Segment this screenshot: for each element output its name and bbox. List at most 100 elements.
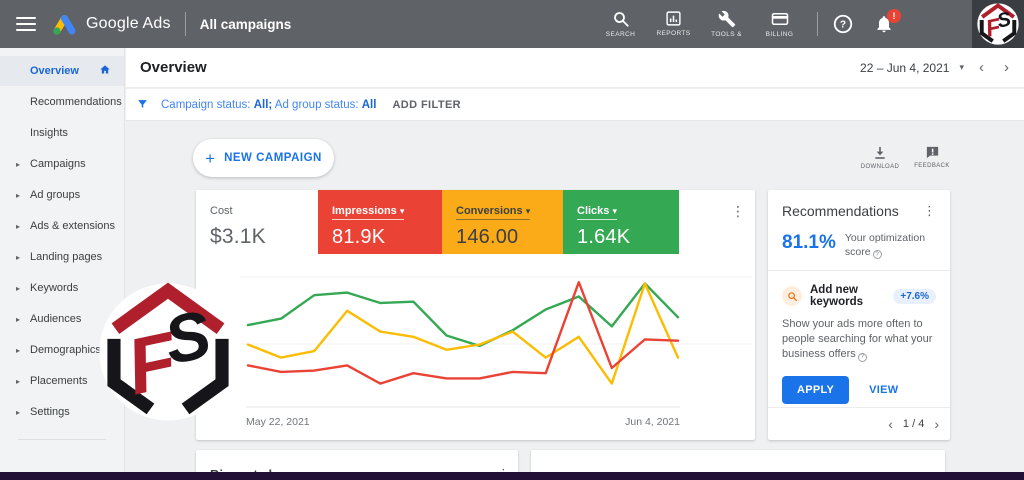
status-filter-chip[interactable]: Campaign status: All; Ad group status: A… bbox=[161, 99, 376, 111]
metric-label[interactable]: Conversions ▾ bbox=[456, 205, 530, 220]
pagination-next-button[interactable]: › bbox=[931, 416, 942, 432]
divider bbox=[768, 270, 950, 271]
metric-value: $3.1K bbox=[210, 225, 304, 249]
metric-card-clicks[interactable]: Clicks ▾ 1.64K bbox=[563, 190, 679, 254]
topbar-right: SEARCH REPORTS TOOLS &BILLING ? ! bbox=[597, 10, 894, 38]
sidebar-item-overview[interactable]: Overview bbox=[0, 56, 124, 86]
optimization-score-value: 81.1% bbox=[782, 232, 836, 254]
apply-button[interactable]: APPLY bbox=[782, 376, 849, 404]
expand-arrow-icon: ▸ bbox=[16, 408, 20, 417]
product-name: Google Ads bbox=[86, 15, 171, 33]
recommendations-menu-button[interactable]: ⋮ bbox=[923, 203, 936, 219]
caret-down-icon: ▾ bbox=[400, 206, 405, 216]
tools-icon bbox=[718, 10, 736, 28]
metric-value: 81.9K bbox=[332, 226, 428, 249]
new-campaign-button[interactable]: + NEW CAMPAIGN bbox=[193, 139, 334, 177]
fs-watermark-logo-small: FS bbox=[976, 2, 1020, 46]
topbar-nav-billing[interactable]: BILLING bbox=[756, 10, 803, 38]
feedback-icon bbox=[925, 145, 940, 160]
metric-card-conversions[interactable]: Conversions ▾ 146.00 bbox=[442, 190, 563, 254]
topbar-divider bbox=[817, 12, 818, 36]
chart-card-menu-button[interactable]: ⋮ bbox=[731, 204, 745, 218]
sidebar-item-recommendations[interactable]: Recommendations bbox=[0, 87, 124, 117]
caret-down-icon[interactable]: ▾ bbox=[959, 62, 964, 73]
sidebar-item-ad-groups[interactable]: ▸Ad groups bbox=[0, 180, 124, 210]
metric-card-cost[interactable]: Cost$3.1K bbox=[196, 190, 318, 254]
view-button[interactable]: VIEW bbox=[869, 384, 898, 396]
sidebar-item-label: Landing pages bbox=[30, 251, 102, 263]
caret-down-icon: ▾ bbox=[612, 206, 617, 216]
sidebar-item-insights[interactable]: Insights bbox=[0, 118, 124, 148]
ad-group-status-value: All bbox=[362, 99, 377, 111]
page-title: Overview bbox=[140, 59, 207, 76]
date-range-controls: 22 – Jun 4, 2021 ▾ ‹ › bbox=[860, 59, 1014, 76]
recommendations-pagination: ‹ 1 / 4 › bbox=[768, 407, 950, 440]
recommendation-item-title[interactable]: Add new keywords bbox=[810, 284, 885, 308]
chart-line-clicks bbox=[248, 284, 678, 346]
caret-down-icon: ▾ bbox=[526, 206, 531, 216]
help-icon[interactable]: ? bbox=[832, 13, 854, 35]
topbar-nav-tools[interactable]: TOOLS & bbox=[703, 10, 750, 38]
topbar-nav-search[interactable]: SEARCH bbox=[597, 10, 644, 38]
nav-item-label: SEARCH bbox=[606, 31, 636, 38]
metric-value: 1.64K bbox=[577, 226, 665, 249]
sidebar-item-audiences[interactable]: ▸Audiences bbox=[0, 304, 124, 334]
sidebar-item-ads-extensions[interactable]: ▸Ads & extensions bbox=[0, 211, 124, 241]
sidebar-nav: OverviewRecommendationsInsights▸Campaign… bbox=[0, 48, 125, 480]
info-icon[interactable]: ? bbox=[873, 250, 882, 259]
topbar-utilities: ? ! bbox=[832, 13, 894, 35]
metric-value: 146.00 bbox=[456, 226, 549, 249]
topbar-nav-reports[interactable]: REPORTS bbox=[650, 10, 697, 37]
download-button[interactable]: DOWNLOAD bbox=[856, 145, 904, 170]
expand-arrow-icon: ▸ bbox=[16, 315, 20, 324]
google-ads-app: Google Ads All campaigns SEARCH REPORTS TO… bbox=[0, 0, 1024, 480]
ad-group-status-label: Ad group status: bbox=[275, 99, 359, 111]
sidebar-item-label: Campaigns bbox=[30, 158, 86, 170]
pagination-previous-button[interactable]: ‹ bbox=[885, 416, 896, 432]
recommendation-item: Add new keywords +7.6% bbox=[782, 284, 936, 308]
campaign-status-value: All; bbox=[254, 99, 273, 111]
filter-bar: Campaign status: All; Ad group status: A… bbox=[126, 89, 1024, 121]
sidebar-item-demographics[interactable]: ▸Demographics bbox=[0, 335, 124, 365]
optimization-score-label: Your optimization score? bbox=[845, 232, 936, 259]
expand-arrow-icon: ▸ bbox=[16, 191, 20, 200]
bottom-overlay-bar bbox=[0, 472, 1024, 480]
search-icon bbox=[612, 10, 630, 28]
notification-badge: ! bbox=[887, 9, 901, 23]
date-range-selector[interactable]: 22 – Jun 4, 2021 bbox=[860, 61, 949, 75]
metric-card-impressions[interactable]: Impressions ▾ 81.9K bbox=[318, 190, 442, 254]
next-period-button[interactable]: › bbox=[999, 59, 1014, 76]
expand-arrow-icon: ▸ bbox=[16, 222, 20, 231]
nav-item-label: REPORTS bbox=[656, 30, 690, 37]
svg-text:?: ? bbox=[840, 20, 846, 31]
sidebar-item-campaigns[interactable]: ▸Campaigns bbox=[0, 149, 124, 179]
sidebar-item-landing-pages[interactable]: ▸ Landing pages bbox=[0, 242, 124, 272]
hamburger-menu-icon[interactable] bbox=[16, 17, 36, 31]
svg-text:F: F bbox=[119, 315, 186, 411]
reports-icon bbox=[665, 10, 682, 27]
sidebar-item-label: Demographics bbox=[30, 344, 101, 356]
overview-chart: May 22, 2021 Jun 4, 2021 bbox=[236, 260, 756, 435]
previous-period-button[interactable]: ‹ bbox=[974, 59, 989, 76]
sidebar-item-label: Placements bbox=[30, 375, 87, 387]
sidebar-item-label: Keywords bbox=[30, 282, 78, 294]
add-filter-button[interactable]: ADD FILTER bbox=[392, 99, 461, 111]
recommendations-title: Recommendations bbox=[782, 203, 899, 219]
topbar: Google Ads All campaigns SEARCH REPORTS TO… bbox=[0, 0, 1024, 48]
sidebar-item-settings[interactable]: ▸Settings bbox=[0, 397, 124, 427]
expand-arrow-icon: ▸ bbox=[16, 253, 20, 262]
chart-line-conversions bbox=[248, 284, 678, 384]
metric-cards: Cost$3.1K Impressions ▾ 81.9K Conversions ▾… bbox=[196, 190, 755, 254]
feedback-button[interactable]: FEEDBACK bbox=[908, 145, 956, 169]
notifications-button[interactable]: ! bbox=[874, 14, 894, 34]
topbar-divider bbox=[185, 12, 186, 36]
sidebar-item-keywords[interactable]: ▸Keywords bbox=[0, 273, 124, 303]
sidebar-item-label: Insights bbox=[30, 127, 68, 139]
info-icon[interactable]: ? bbox=[858, 353, 867, 362]
metric-label[interactable]: Clicks ▾ bbox=[577, 205, 617, 220]
metric-label[interactable]: Impressions ▾ bbox=[332, 205, 404, 220]
sidebar-item-placements[interactable]: ▸Placements bbox=[0, 366, 124, 396]
sidebar-divider bbox=[18, 439, 106, 440]
page-context: All campaigns bbox=[200, 17, 292, 32]
page-header: Overview 22 – Jun 4, 2021 ▾ ‹ › bbox=[126, 48, 1024, 88]
